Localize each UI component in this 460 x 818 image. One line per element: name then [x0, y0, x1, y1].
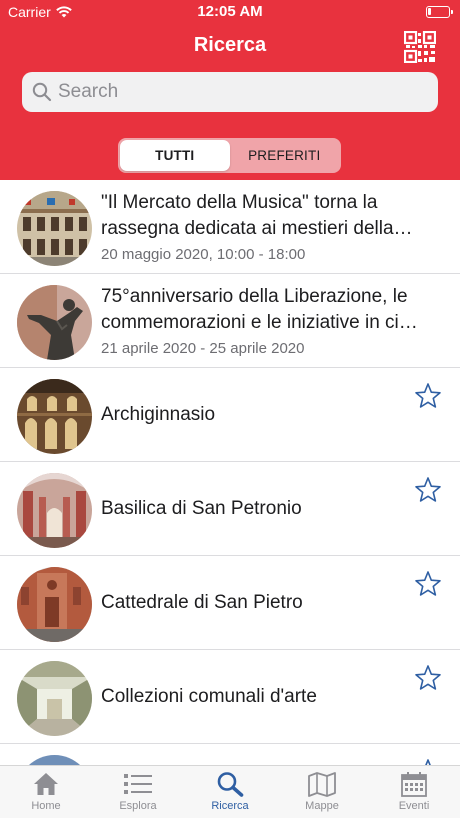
search-bar[interactable] — [22, 72, 438, 112]
battery-icon — [426, 6, 453, 18]
star-icon — [415, 477, 441, 502]
item-date: 20 maggio 2020, 10:00 - 18:00 — [101, 246, 306, 263]
cathedral-facade-thumbnail — [17, 567, 92, 642]
list-item[interactable]: 75°anniversario della Liberazione, le co… — [0, 274, 460, 368]
list-item[interactable]: "Il Mercato della Musica" torna la rasse… — [0, 180, 460, 274]
list-item-partial[interactable] — [0, 744, 460, 765]
favorite-button[interactable] — [414, 758, 442, 765]
list-item[interactable]: Archiginnasio — [0, 368, 460, 462]
segment-preferiti[interactable]: PREFERITI — [230, 140, 340, 171]
tab-bar: Home Esplora Ricerca Mappe Eventi — [0, 765, 460, 818]
search-input[interactable] — [58, 81, 418, 103]
item-title: Cattedrale di San Pietro — [101, 592, 303, 613]
item-title: 75°anniversario della Liberazione, le co… — [101, 286, 418, 333]
gallery-hall-thumbnail — [17, 661, 92, 736]
favorite-button[interactable] — [414, 476, 442, 504]
segment-tutti[interactable]: TUTTI — [120, 140, 230, 171]
tab-esplora[interactable]: Esplora — [92, 766, 184, 818]
tab-home[interactable]: Home — [0, 766, 92, 818]
tab-ricerca[interactable]: Ricerca — [184, 766, 276, 818]
calendar-icon — [401, 772, 427, 797]
item-title: "Il Mercato della Musica" torna la rasse… — [101, 192, 413, 239]
star-icon — [415, 571, 441, 596]
home-icon — [34, 773, 58, 795]
qr-code-icon — [403, 30, 437, 64]
favorite-button[interactable] — [414, 570, 442, 598]
item-date: 21 aprile 2020 - 25 aprile 2020 — [101, 340, 305, 357]
list-item[interactable]: Basilica di San Petronio — [0, 462, 460, 556]
app-screen: Carrier 12:05 AM Ricerca Search TUTTI PR… — [0, 0, 460, 818]
list-icon — [124, 774, 152, 794]
page-title: Ricerca — [193, 34, 267, 56]
building-facade-thumbnail — [17, 191, 92, 266]
favorite-button[interactable] — [414, 382, 442, 410]
map-icon — [308, 772, 336, 797]
star-icon — [425, 759, 431, 765]
search-icon — [217, 772, 244, 797]
tab-label: Ricerca — [211, 800, 249, 812]
church-interior-thumbnail — [17, 473, 92, 548]
tab-label: Mappe — [305, 800, 339, 812]
list-item[interactable]: Collezioni comunali d'arte — [0, 650, 460, 744]
item-title: Basilica di San Petronio — [101, 498, 302, 519]
tab-label: Esplora — [119, 800, 157, 812]
item-title: Collezioni comunali d'arte — [101, 686, 317, 707]
tab-label: Home — [31, 800, 61, 812]
partial-thumbnail — [17, 755, 92, 765]
results-list: "Il Mercato della Musica" torna la rasse… — [0, 180, 460, 765]
search-icon — [32, 82, 52, 102]
favorite-button[interactable] — [414, 664, 442, 692]
status-time: 12:05 AM — [197, 3, 263, 20]
arcade-thumbnail — [17, 379, 92, 454]
list-item[interactable]: Cattedrale di San Pietro — [0, 556, 460, 650]
star-icon — [415, 383, 441, 408]
tab-label: Eventi — [398, 800, 430, 812]
status-bar: Carrier 12:05 AM — [0, 0, 460, 24]
qr-code-button[interactable] — [403, 30, 437, 64]
tab-mappe[interactable]: Mappe — [276, 766, 368, 818]
star-icon — [415, 665, 441, 690]
tab-eventi[interactable]: Eventi — [368, 766, 460, 818]
header: Carrier 12:05 AM Ricerca Search TUTTI PR… — [0, 0, 460, 180]
statue-thumbnail — [17, 285, 92, 360]
filter-segmented-control: TUTTI PREFERITI — [118, 138, 341, 173]
item-title: Archiginnasio — [101, 404, 216, 425]
